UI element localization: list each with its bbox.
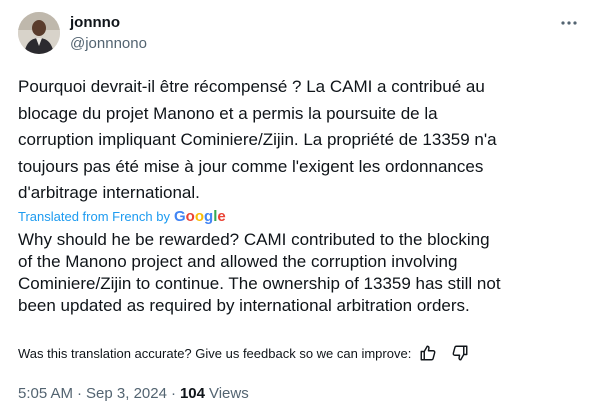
meta-separator: · (77, 384, 83, 402)
profile-photo-icon (18, 12, 60, 54)
user-info: jonnno @jonnnono (70, 14, 147, 53)
thumbs-up-button[interactable] (417, 342, 439, 364)
translated-by-link[interactable]: Translated from French by Google (18, 206, 228, 226)
translated-text: Why should he be rewarded? CAMI contribu… (18, 230, 501, 315)
tweet-date[interactable]: Sep 3, 2024 (86, 385, 167, 402)
tweet-text: Pourquoi devrait-il être récompensé ? La… (18, 77, 497, 202)
more-horizontal-icon (561, 21, 577, 25)
tweet-card: jonnno @jonnnono Pourquoi devrait-il êtr… (0, 0, 598, 410)
views-label: Views (208, 384, 249, 402)
display-name[interactable]: jonnno (70, 14, 147, 32)
feedback-prompt: Was this translation accurate? Give us f… (18, 345, 412, 361)
google-wordmark: Google (174, 208, 226, 225)
translated-from-label: Translated from French by (18, 208, 170, 224)
meta-separator: · (170, 384, 176, 402)
tweet-time[interactable]: 5:05 AM (18, 385, 73, 402)
more-options-button[interactable] (558, 12, 580, 34)
google-logo-icon: Google (174, 207, 228, 225)
translation-feedback: Was this translation accurate? Give us f… (18, 342, 471, 364)
views-count: 104 (179, 384, 205, 402)
thumbs-down-button[interactable] (449, 342, 471, 364)
svg-text:Google: Google (174, 208, 226, 225)
thumbs-up-icon (420, 345, 436, 361)
avatar[interactable] (18, 12, 60, 54)
user-handle[interactable]: @jonnnono (70, 35, 147, 53)
thumbs-down-icon (452, 345, 468, 361)
tweet-meta: 5:05 AM · Sep 3, 2024 · 104 Views (18, 383, 249, 403)
